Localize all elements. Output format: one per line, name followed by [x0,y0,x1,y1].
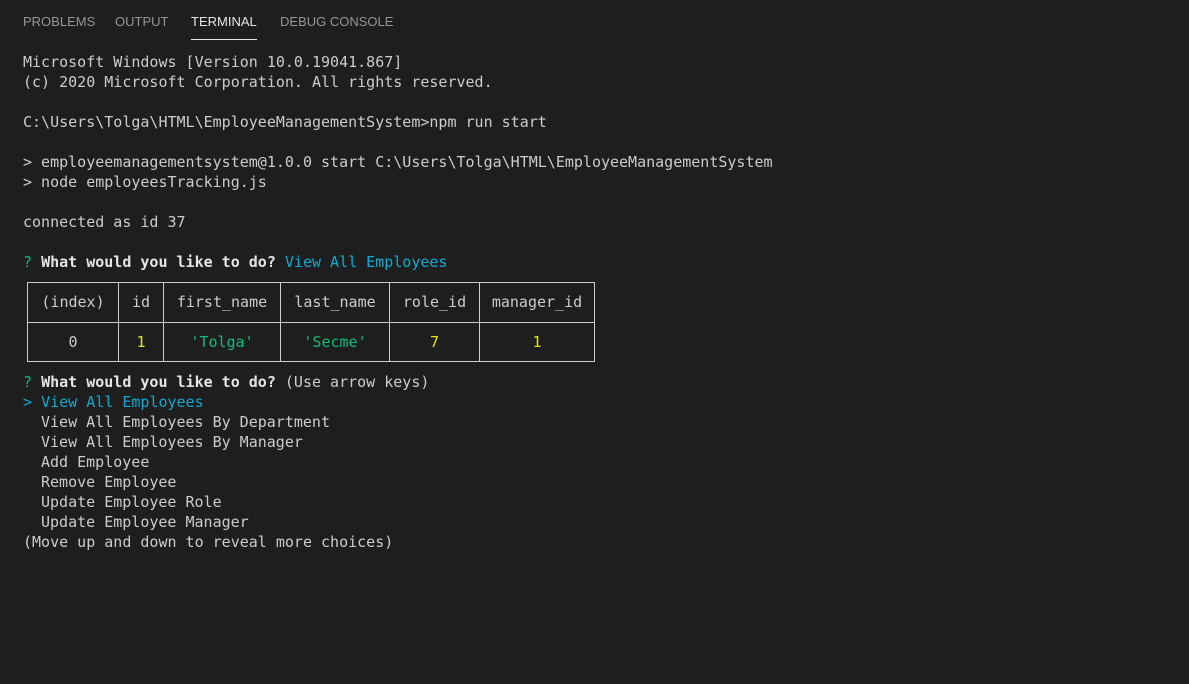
windows-version-line: Microsoft Windows [Version 10.0.19041.86… [23,53,403,71]
panel-tab-bar: PROBLEMS OUTPUT TERMINAL DEBUG CONSOLE [0,0,1189,44]
choice-item[interactable]: Add Employee [41,452,149,472]
prompt-question: What would you like to do? [41,253,276,271]
choice-item[interactable]: View All Employees By Department [41,412,330,432]
choice-selected[interactable]: > View All Employees [23,392,204,412]
tab-problems[interactable]: PROBLEMS [23,13,95,40]
choice-item[interactable]: Remove Employee [41,472,176,492]
table-header-index: (index) [41,293,105,311]
table-cell-index: 0 [68,333,78,351]
active-prompt-line: ? What would you like to do? (Use arrow … [23,372,429,392]
more-choices-hint: (Move up and down to reveal more choices… [23,533,394,551]
table-header-id: id [131,293,151,311]
node-command-line: > node employeesTracking.js [23,173,267,191]
tab-debug-console[interactable]: DEBUG CONSOLE [280,13,393,40]
table-header-manager-id: manager_id [491,293,583,311]
table-cell-manager-id: 1 [532,333,542,351]
terminal-output[interactable]: Microsoft Windows [Version 10.0.19041.86… [23,52,1173,556]
tab-output[interactable]: OUTPUT [115,13,168,40]
table-header-last-name: last_name [294,293,376,311]
table-cell-id: 1 [136,333,146,351]
table-cell-first-name: 'Tolga' [190,333,254,351]
table-header-first-name: first_name [176,293,268,311]
copyright-line: (c) 2020 Microsoft Corporation. All righ… [23,73,493,91]
command-line: C:\Users\Tolga\HTML\EmployeeManagementSy… [23,113,547,131]
table-border-middle [27,322,595,323]
employees-table: (index) id first_name last_name role_id … [27,282,595,362]
table-border-top [27,282,595,283]
table-header-role-id: role_id [402,293,467,311]
question-mark: ? [23,373,33,391]
table-cell-last-name: 'Secme' [303,333,367,351]
answered-prompt-line: ? What would you like to do? View All Em… [23,252,447,272]
choice-item[interactable]: Update Employee Role [41,492,222,512]
npm-script-line: > employeemanagementsystem@1.0.0 start C… [23,153,773,171]
prompt-question: What would you like to do? [41,373,276,391]
prompt-hint: (Use arrow keys) [284,373,430,391]
selection-pointer: > [23,393,33,411]
choice-label: View All Employees [41,393,204,411]
connection-status-line: connected as id 37 [23,213,186,231]
table-cell-role-id: 7 [429,333,440,351]
tab-terminal[interactable]: TERMINAL [191,13,257,40]
choice-item[interactable]: View All Employees By Manager [41,432,303,452]
choice-item[interactable]: Update Employee Manager [41,512,249,532]
prompt-answer: View All Employees [284,253,448,271]
table-border-bottom [27,361,595,362]
table-border-vertical [594,282,595,362]
question-mark: ? [23,253,33,271]
